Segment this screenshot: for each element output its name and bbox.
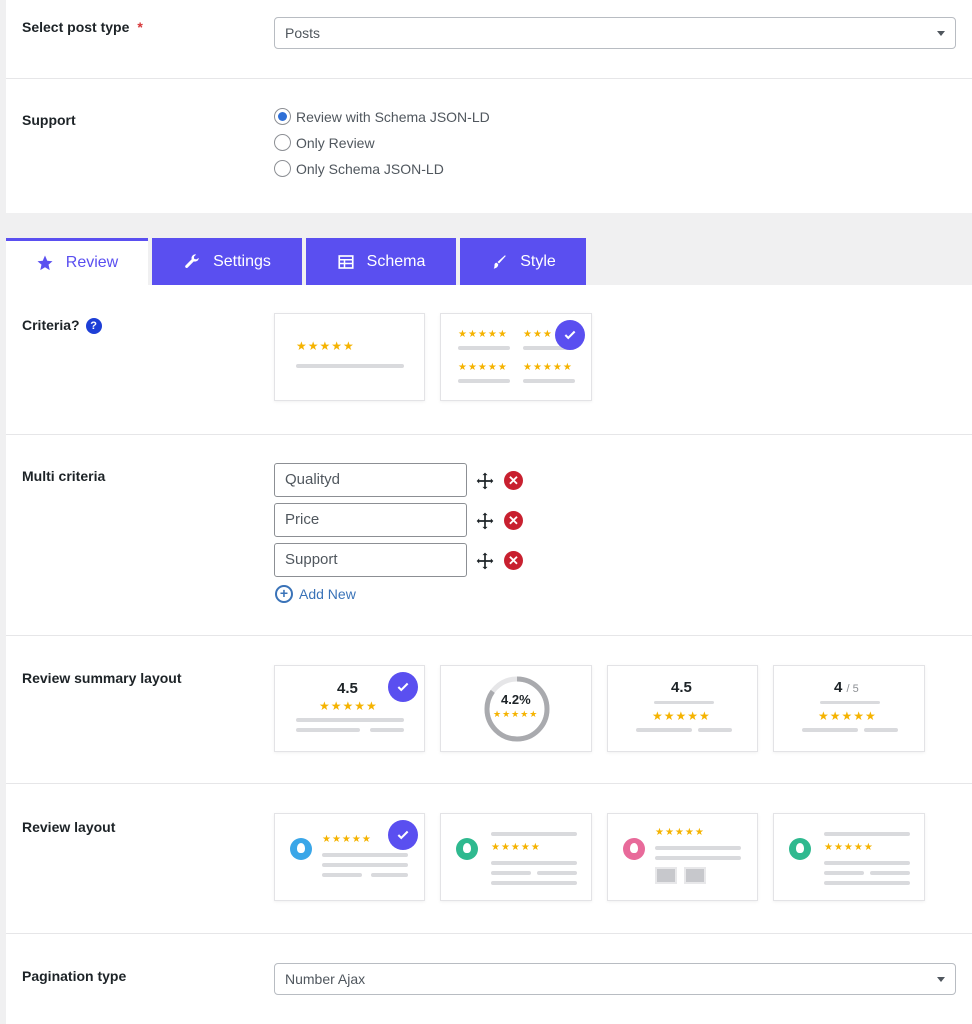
- tab-style[interactable]: Style: [460, 238, 586, 285]
- avatar-icon: [456, 838, 478, 860]
- stars-icon: ★★★★★: [493, 709, 539, 719]
- image-icon: [684, 867, 706, 884]
- delete-icon[interactable]: ✕: [504, 471, 523, 490]
- summary-layout-option-2[interactable]: 4.2% ★★★★★: [440, 665, 592, 752]
- summary-layout-option-3[interactable]: 4.5 ★★★★★: [607, 665, 758, 752]
- support-option-review-schema[interactable]: Review with Schema JSON-LD: [274, 108, 490, 125]
- criteria-option-multi[interactable]: ★★★★★ ★★★ ★★★★★ ★★★★★: [440, 313, 592, 401]
- chevron-down-icon: [937, 31, 945, 36]
- support-row: [6, 79, 972, 213]
- plus-circle-icon: +: [275, 585, 293, 603]
- tab-settings[interactable]: Settings: [152, 238, 302, 285]
- table-icon: [338, 254, 354, 269]
- review-layout-label: Review layout: [22, 819, 116, 835]
- help-icon: ?: [85, 318, 102, 334]
- multi-criteria-row: [6, 435, 972, 635]
- check-icon: [388, 672, 418, 702]
- multi-criteria-label: Multi criteria: [22, 468, 106, 484]
- stars-icon: ★★★★★: [824, 842, 874, 853]
- criteria-input[interactable]: Price: [274, 503, 467, 537]
- stars-icon: ★★★★★: [458, 362, 508, 373]
- check-icon: [555, 320, 585, 350]
- stars-icon: ★★★: [523, 329, 553, 340]
- post-type-select[interactable]: Posts: [274, 17, 956, 49]
- stars-icon: ★★★★★: [523, 362, 573, 373]
- move-icon[interactable]: [475, 511, 495, 531]
- support-option-only-review[interactable]: Only Review: [274, 134, 375, 151]
- move-icon[interactable]: [475, 471, 495, 491]
- brush-icon: [493, 254, 506, 269]
- support-label: Support: [22, 112, 76, 128]
- add-new-button[interactable]: + Add New: [275, 585, 356, 603]
- criteria-input[interactable]: Qualityd: [274, 463, 467, 497]
- stars-icon: ★★★★★: [296, 339, 355, 353]
- review-layout-option-4[interactable]: ★★★★★: [773, 813, 925, 901]
- review-layout-option-3[interactable]: ★★★★★: [607, 813, 758, 901]
- check-icon: [388, 820, 418, 850]
- post-type-label: Select post type *: [22, 19, 143, 35]
- review-layout-option-1[interactable]: ★★★★★: [274, 813, 425, 901]
- criteria-label: Criteria??: [22, 317, 102, 334]
- stars-icon: ★★★★★: [655, 827, 705, 838]
- criteria-option-single[interactable]: ★★★★★: [274, 313, 425, 401]
- stars-icon: ★★★★★: [322, 834, 372, 845]
- review-layout-option-2[interactable]: ★★★★★: [440, 813, 592, 901]
- delete-icon[interactable]: ✕: [504, 511, 523, 530]
- criteria-input[interactable]: Support: [274, 543, 467, 577]
- star-icon: [37, 255, 53, 271]
- summary-layout-option-1[interactable]: 4.5 ★★★★★: [274, 665, 425, 752]
- stars-icon: ★★★★★: [319, 699, 378, 713]
- radio[interactable]: [274, 160, 291, 177]
- summary-layout-label: Review summary layout: [22, 670, 182, 686]
- stars-icon: ★★★★★: [458, 329, 508, 340]
- pagination-label: Pagination type: [22, 968, 127, 984]
- support-option-only-schema[interactable]: Only Schema JSON-LD: [274, 160, 444, 177]
- stars-icon: ★★★★★: [652, 709, 711, 723]
- avatar-icon: [623, 838, 645, 860]
- avatar-icon: [789, 838, 811, 860]
- summary-layout-option-4[interactable]: 4 / 5 ★★★★★: [773, 665, 925, 752]
- move-icon[interactable]: [475, 551, 495, 571]
- tab-review[interactable]: Review: [6, 238, 148, 285]
- radio[interactable]: [274, 134, 291, 151]
- stars-icon: ★★★★★: [491, 842, 541, 853]
- stars-icon: ★★★★★: [818, 709, 877, 723]
- radio-checked[interactable]: [274, 108, 291, 125]
- delete-icon[interactable]: ✕: [504, 551, 523, 570]
- chevron-down-icon: [937, 977, 945, 982]
- avatar-icon: [290, 838, 312, 860]
- wrench-icon: [185, 253, 199, 268]
- pagination-select[interactable]: Number Ajax: [274, 963, 956, 995]
- tab-schema[interactable]: Schema: [306, 238, 456, 285]
- image-icon: [655, 867, 677, 884]
